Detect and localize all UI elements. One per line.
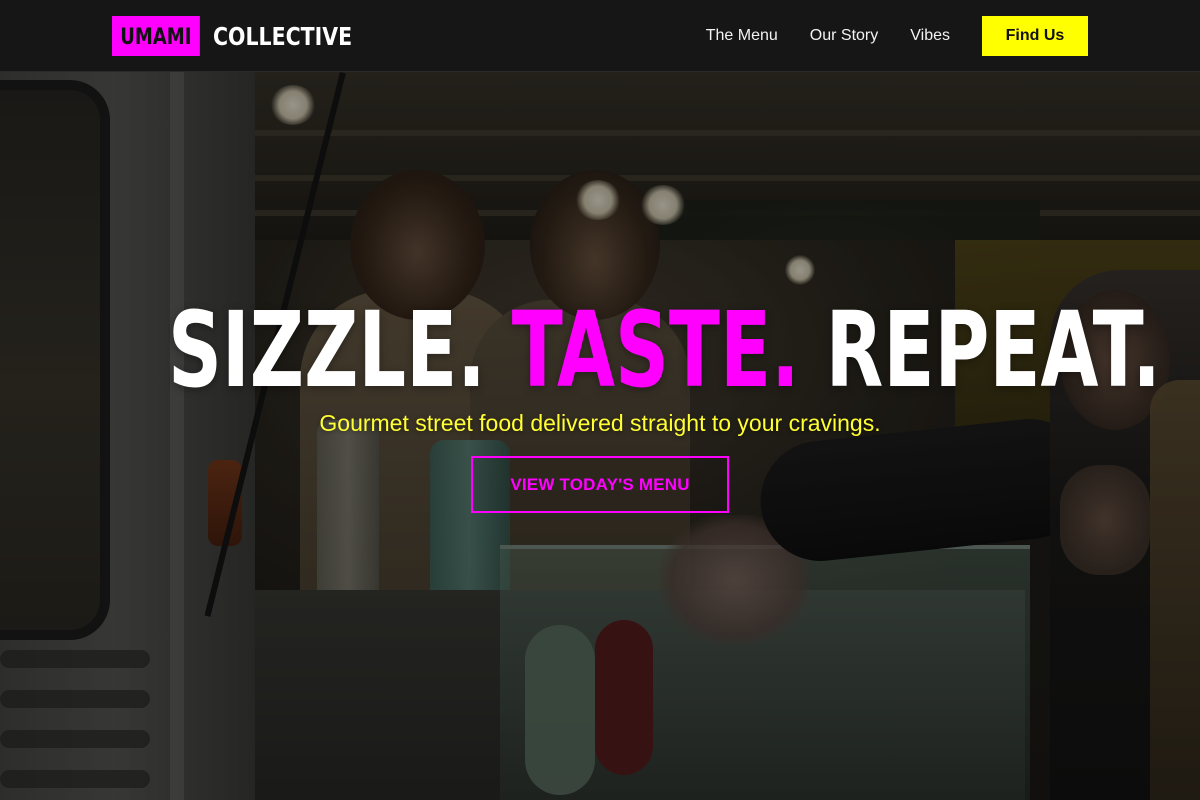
hero-headline: SIZZLE. TASTE. REPEAT. <box>167 289 1161 411</box>
headline-word-repeat: REPEAT. <box>825 289 1161 411</box>
nav-link-our-story[interactable]: Our Story <box>810 27 878 45</box>
nav-link-menu[interactable]: The Menu <box>706 27 778 45</box>
logo-highlight: UMAMI <box>112 16 200 56</box>
find-us-button[interactable]: Find Us <box>982 16 1088 56</box>
logo-wordmark: COLLECTIVE <box>212 21 353 51</box>
hero-section: SIZZLE. TASTE. REPEAT. Gourmet street fo… <box>0 290 1200 513</box>
hero-subtitle: Gourmet street food delivered straight t… <box>319 410 881 436</box>
hero-cta-wrapper: VIEW TODAY'S MENU <box>0 456 1200 513</box>
main-nav: The Menu Our Story Vibes Find Us <box>706 16 1088 56</box>
site-header: UMAMI COLLECTIVE The Menu Our Story Vibe… <box>0 0 1200 72</box>
headline-word-taste: TASTE. <box>511 289 800 411</box>
headline-word-sizzle: SIZZLE. <box>167 289 486 411</box>
nav-link-vibes[interactable]: Vibes <box>910 27 950 45</box>
view-menu-button[interactable]: VIEW TODAY'S MENU <box>471 456 729 513</box>
brand-logo[interactable]: UMAMI COLLECTIVE <box>112 16 383 56</box>
